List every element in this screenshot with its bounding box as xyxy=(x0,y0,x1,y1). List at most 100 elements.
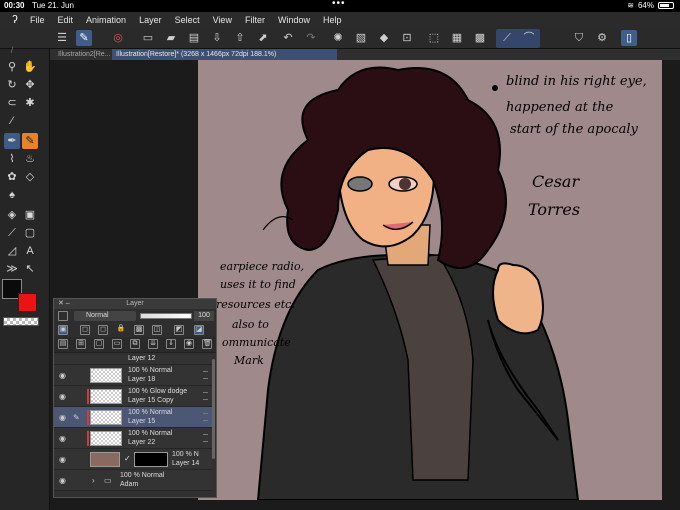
lasso-icon[interactable]: ⊂ xyxy=(4,95,20,111)
airbrush-icon[interactable]: ♨ xyxy=(22,151,38,167)
multitask-dots-icon[interactable]: ••• xyxy=(332,0,346,9)
layer-row-15[interactable]: ◉ ✎ 100 % Normal Layer 15 xyxy=(54,407,212,428)
frame-icon[interactable]: ▢ xyxy=(22,225,38,241)
drag-handle-icon[interactable] xyxy=(203,413,208,421)
layer-row-12[interactable]: Layer 12 xyxy=(54,355,212,365)
companion-icon[interactable]: ◎ xyxy=(110,30,126,46)
new-file-icon[interactable]: ▭ xyxy=(140,30,156,46)
clip-layer-icon[interactable]: ▣ xyxy=(58,325,68,335)
invert-selection-icon[interactable]: ▩ xyxy=(472,30,488,46)
menu-window[interactable]: Window xyxy=(278,15,310,25)
new-vector-layer-icon[interactable]: ▢ xyxy=(94,339,104,349)
tab-illustration2[interactable]: Illustration2[Re... xyxy=(54,49,110,60)
menu-select[interactable]: Select xyxy=(175,15,200,25)
layer-panel-title-bar[interactable]: ✕ – Layer xyxy=(54,299,216,309)
reference-layer-icon[interactable]: ◻ xyxy=(80,325,90,335)
lock-icon[interactable]: 🔒 xyxy=(116,325,126,335)
pen-icon[interactable]: ✒ xyxy=(4,133,20,149)
save-icon[interactable]: ▤ xyxy=(186,30,202,46)
eye-icon[interactable]: ◉ xyxy=(59,392,66,401)
menu-layer[interactable]: Layer xyxy=(139,15,162,25)
clear-icon[interactable]: ▧ xyxy=(353,30,369,46)
eye-icon[interactable]: ◉ xyxy=(59,371,66,380)
ruler-tool-icon[interactable]: ◿ xyxy=(4,243,20,259)
drawing-canvas[interactable]: blind in his right eye, happened at the … xyxy=(198,60,662,500)
select-all-icon[interactable]: ▦ xyxy=(449,30,465,46)
menu-help[interactable]: Help xyxy=(323,15,342,25)
hand-icon[interactable]: ✋ xyxy=(22,59,38,75)
menu-file[interactable]: File xyxy=(30,15,45,25)
settings-icon[interactable]: ⚙ xyxy=(594,30,610,46)
curve-ruler-icon[interactable]: ⌒ xyxy=(521,30,537,46)
app-logo-icon[interactable]: ʔ xyxy=(0,14,30,26)
layer-row-14[interactable]: ◉ ✓ 100 % N Layer 14 xyxy=(54,449,212,470)
eye-icon[interactable]: ◉ xyxy=(59,434,66,443)
draft-layer-icon[interactable]: ◻ xyxy=(98,325,108,335)
menu-filter[interactable]: Filter xyxy=(245,15,265,25)
export-icon[interactable]: ⇧ xyxy=(232,30,248,46)
layer-row-22[interactable]: ◉ 100 % Normal Layer 22 xyxy=(54,428,212,449)
drag-handle-icon[interactable] xyxy=(203,434,208,442)
layer-property-icon[interactable]: ⛉ xyxy=(571,30,587,46)
eraser-icon[interactable]: ◇ xyxy=(22,169,38,185)
new-folder-icon[interactable]: ▭ xyxy=(112,339,122,349)
eye-icon[interactable]: ◉ xyxy=(59,455,66,464)
sub-color-swatch[interactable] xyxy=(18,293,37,312)
chevron-right-icon[interactable]: › xyxy=(92,476,95,485)
layer-actions-menu-icon[interactable]: ▤ xyxy=(58,339,68,349)
zoom-icon[interactable]: ⚲ xyxy=(4,59,20,75)
ruler-icon[interactable]: ⟋ xyxy=(499,30,515,46)
crop-icon[interactable]: ⊡ xyxy=(399,30,415,46)
lock-transparent-icon[interactable]: ▩ xyxy=(134,325,144,335)
balloon-icon[interactable]: ≫ xyxy=(4,261,20,277)
merge-down-icon[interactable]: ⇊ xyxy=(148,339,158,349)
layer-folder-adam[interactable]: ◉ › ▭ 100 % Normal Adam xyxy=(54,470,212,491)
smartphone-mode-icon[interactable]: ▯ xyxy=(621,30,637,46)
magic-wand-icon[interactable]: ✱ xyxy=(22,95,38,111)
layer-mask-icon[interactable]: ◉ xyxy=(184,339,194,349)
loading-icon[interactable]: ✺ xyxy=(330,30,346,46)
duplicate-layer-icon[interactable]: ⧉ xyxy=(130,339,140,349)
opacity-value[interactable]: 100 xyxy=(194,311,214,321)
deselect-icon[interactable]: ⬚ xyxy=(426,30,442,46)
brush-icon[interactable]: ⌇ xyxy=(4,151,20,167)
menu-animation[interactable]: Animation xyxy=(86,15,126,25)
open-folder-icon[interactable]: ▰ xyxy=(163,30,179,46)
fill-icon[interactable]: ◆ xyxy=(376,30,392,46)
drag-handle-icon[interactable] xyxy=(203,371,208,379)
layer-color-icon[interactable] xyxy=(58,311,68,321)
transfer-down-icon[interactable]: ⇓ xyxy=(166,339,176,349)
text-icon[interactable]: A xyxy=(22,243,38,259)
canvas-icon[interactable]: ✎ xyxy=(76,30,92,46)
redo-icon[interactable]: ↷ xyxy=(303,30,319,46)
tab-illustration-active[interactable]: Illustration[Restore]* (3268 x 1466px 72… xyxy=(112,49,337,60)
import-icon[interactable]: ⇩ xyxy=(209,30,225,46)
pencil-icon[interactable]: ✎ xyxy=(22,133,38,149)
transparent-color-swatch[interactable] xyxy=(3,317,39,326)
gradient-icon[interactable]: ▣ xyxy=(22,207,38,223)
menu-edit[interactable]: Edit xyxy=(58,15,74,25)
blend-icon[interactable]: ♠ xyxy=(4,187,20,203)
layer-row-18[interactable]: ◉ 100 % Normal Layer 18 xyxy=(54,365,212,386)
brush-size-icon[interactable]: / xyxy=(4,42,20,58)
menu-view[interactable]: View xyxy=(213,15,232,25)
opacity-slider[interactable] xyxy=(140,313,192,319)
mask-icon[interactable]: ◫ xyxy=(152,325,162,335)
layer-row-15-copy[interactable]: ◉ 100 % Glow dodge Layer 15 Copy xyxy=(54,386,212,407)
decoration-icon[interactable]: ✿ xyxy=(4,169,20,185)
eye-icon[interactable]: ◉ xyxy=(59,476,66,485)
figure-icon[interactable]: ⟋ xyxy=(4,225,20,241)
undo-icon[interactable]: ↶ xyxy=(280,30,296,46)
palette-color-icon[interactable]: ◩ xyxy=(174,325,184,335)
correct-line-icon[interactable]: ↖ xyxy=(22,261,38,277)
new-raster-layer-icon[interactable]: ⊞ xyxy=(76,339,86,349)
layer-scrollbar[interactable] xyxy=(212,359,215,459)
move-icon[interactable]: ✥ xyxy=(22,77,38,93)
fill-bucket-icon[interactable]: ◈ xyxy=(4,207,20,223)
layer-color-toggle-icon[interactable]: ◪ xyxy=(194,325,204,335)
drag-handle-icon[interactable] xyxy=(203,392,208,400)
rotate-icon[interactable]: ↻ xyxy=(4,77,20,93)
eyedropper-icon[interactable]: ⁄ xyxy=(4,113,20,129)
share-icon[interactable]: ⬈ xyxy=(255,30,271,46)
blend-mode-select[interactable]: Normal xyxy=(74,311,136,321)
